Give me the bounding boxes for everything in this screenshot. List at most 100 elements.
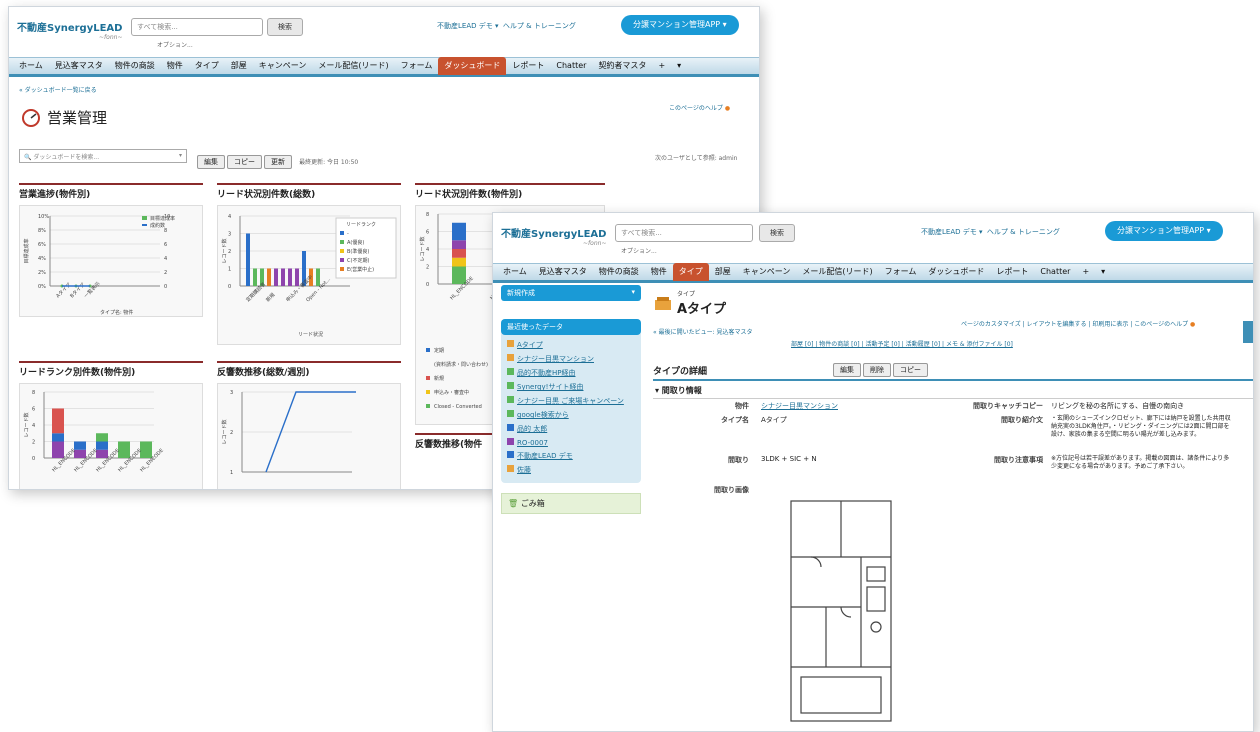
search-options-link[interactable]: オプション...	[621, 246, 657, 255]
recent-item[interactable]: シナジー目黒 ご来場キャンペーン	[501, 394, 641, 408]
user-menu[interactable]: 不動産LEAD デモ ▾ ヘルプ & トレーニング	[437, 21, 576, 31]
tab-3[interactable]: 物件	[645, 263, 673, 281]
tab-11[interactable]: Chatter	[550, 57, 592, 75]
tab-14[interactable]: ▾	[671, 57, 687, 75]
tab-10[interactable]: レポート	[506, 57, 550, 75]
tab-4[interactable]: タイプ	[189, 57, 225, 75]
recent-item[interactable]: 佐藤	[501, 463, 641, 477]
app-switcher-button[interactable]: 分譲マンション管理APP ▾	[621, 15, 739, 35]
recent-item[interactable]: 品的不動産HP経由	[501, 366, 641, 380]
app-switcher-button[interactable]: 分譲マンション管理APP ▾	[1105, 221, 1223, 241]
record-icon	[507, 396, 514, 403]
tab-10[interactable]: レポート	[990, 263, 1034, 281]
tab-2[interactable]: 物件の商談	[593, 263, 645, 281]
y-tick-label: 4%	[38, 256, 46, 262]
recent-item[interactable]: Synergy!サイト経由	[501, 380, 641, 394]
y2-tick-label: 0	[164, 284, 167, 290]
record-icon	[507, 465, 514, 472]
delete-button[interactable]: 削除	[863, 363, 891, 377]
y2-tick-label: 2	[164, 270, 167, 276]
tab-3[interactable]: 物件	[161, 57, 189, 75]
brand-logo[interactable]: 不動産SynergyLEAD ~fonn~	[17, 19, 122, 41]
tab-9[interactable]: ダッシュボード	[922, 263, 990, 281]
field-label-intro: 間取り紹介文	[1001, 416, 1043, 424]
tab-5[interactable]: 部屋	[709, 263, 737, 281]
legend-swatch	[426, 348, 430, 352]
tab-6[interactable]: キャンペーン	[253, 57, 313, 75]
tab-4[interactable]: タイプ	[672, 263, 709, 281]
search-input[interactable]: すべて検索...	[131, 18, 263, 36]
tab-11[interactable]: Chatter	[1034, 263, 1076, 281]
field-value-intro: ・玄関のシューズインクロゼット、廊下には納戸を設置した共用収納充実の3LDK角住…	[1051, 415, 1231, 438]
y-tick-label: 2	[426, 265, 429, 271]
recent-item[interactable]: Aタイプ	[501, 338, 641, 352]
search-input[interactable]: すべて検索...	[615, 224, 753, 242]
edit-button[interactable]: 編集	[833, 363, 861, 377]
brand-logo[interactable]: 不動産SynergyLEAD ~fonn~	[501, 225, 606, 247]
recent-item[interactable]: google検索から	[501, 408, 641, 422]
dashboard-search-input[interactable]: 🔍 ダッシュボードを検索... ▾	[19, 149, 187, 163]
panel-lead-status-by-property: リード状況別件数(物件別) 86420レコード数HL_ENCODEHL_ENCO…	[415, 183, 605, 425]
tab-1[interactable]: 見込客マスタ	[49, 57, 109, 75]
field-label-type-name: タイプ名	[721, 416, 749, 424]
legend-label: 定期	[434, 347, 444, 354]
help-link[interactable]: このページのヘルプ ●	[669, 103, 730, 112]
tab-0[interactable]: ホーム	[13, 57, 49, 75]
back-link[interactable]: « 最後に開いたビュー: 見込客マスタ	[653, 327, 753, 336]
trash-link[interactable]: 🗑 ごみ箱	[501, 493, 641, 514]
recent-item[interactable]: RO-0007	[501, 436, 641, 449]
trash-icon: 🗑	[508, 499, 519, 508]
legend-swatch	[340, 231, 344, 235]
y-tick-label: 6%	[38, 242, 46, 248]
copy-button[interactable]: コピー	[893, 363, 928, 377]
edit-button[interactable]: 編集	[197, 155, 225, 169]
legend-label: 新規	[434, 375, 444, 382]
recent-item[interactable]: 品的 太郎	[501, 422, 641, 436]
record-icon	[507, 368, 514, 375]
legend-label: E(営業中止)	[347, 266, 374, 273]
record-icon	[507, 438, 514, 445]
tab-2[interactable]: 物件の商談	[109, 57, 161, 75]
tab-12[interactable]: +	[1076, 263, 1095, 281]
tab-6[interactable]: キャンペーン	[737, 263, 797, 281]
tab-7[interactable]: メール配信(リード)	[312, 57, 394, 75]
tab-0[interactable]: ホーム	[497, 263, 533, 281]
back-link[interactable]: « ダッシュボード一覧に戻る	[19, 85, 97, 94]
bar-segment	[452, 222, 466, 241]
tab-12[interactable]: 契約者マスタ	[592, 57, 652, 75]
bar	[246, 233, 250, 286]
page-actions[interactable]: ページのカスタマイズ | レイアウトを編集する | 印刷用に表示 | このページ…	[961, 319, 1195, 328]
panel-sales-progress: 営業進捗(物件別) 10% 8% 6% 4% 2% 0% 目標達成率 10 8 6 4 2 0 Aタイプ B…	[19, 183, 203, 317]
view-as: 次のユーザとして参照: admin	[655, 155, 738, 162]
record-header: タイプ Aタイプ	[653, 289, 726, 317]
search-button[interactable]: 検索	[759, 224, 795, 242]
dashboard-gauge-icon	[22, 108, 40, 127]
recent-items-title: 最近使ったデータ	[501, 319, 641, 335]
tab-9[interactable]: ダッシュボード	[438, 57, 507, 75]
chart-card: 8 6 4 2 0 レコード数 HL_ENCODE HL_ENCODE HL_ENCODE HL_…	[19, 383, 203, 489]
tab-8[interactable]: フォーム	[879, 263, 923, 281]
y-axis-label: レコード数	[221, 419, 228, 444]
tab-13[interactable]: +	[652, 57, 671, 75]
user-menu[interactable]: 不動産LEAD デモ ▾ ヘルプ & トレーニング	[921, 227, 1060, 237]
tab-13[interactable]: ▾	[1095, 263, 1111, 281]
tab-5[interactable]: 部屋	[225, 57, 253, 75]
recent-item[interactable]: 不動産LEAD デモ	[501, 449, 641, 463]
collapse-handle[interactable]	[1243, 321, 1253, 343]
tab-8[interactable]: フォーム	[395, 57, 439, 75]
search-options-link[interactable]: オプション...	[157, 40, 193, 49]
tab-1[interactable]: 見込客マスタ	[533, 263, 593, 281]
record-icon	[507, 451, 514, 458]
y-axis-label: レコード数	[23, 412, 30, 437]
new-record-button[interactable]: 新規作成 ▾	[501, 285, 641, 301]
recent-item[interactable]: シナジー目黒マンション	[501, 352, 641, 366]
tab-7[interactable]: メール配信(リード)	[796, 263, 878, 281]
section-header-madori[interactable]: ▾ 間取り情報	[653, 383, 1253, 399]
tab-bar: ホーム 見込客マスタ 物件の商談 物件 タイプ 部屋 キャンペーン メール配信(リード) フォー…	[9, 57, 759, 77]
refresh-button[interactable]: 更新	[264, 155, 292, 169]
copy-button[interactable]: コピー	[227, 155, 262, 169]
search-button[interactable]: 検索	[267, 18, 303, 36]
related-list-links[interactable]: 部屋 [0] | 物件の商談 [0] | 活動予定 [0] | 活動履歴 [0]…	[791, 339, 1013, 348]
field-value-bukken[interactable]: シナジー目黒マンション	[761, 401, 838, 411]
floorplan-image[interactable]	[771, 497, 911, 727]
